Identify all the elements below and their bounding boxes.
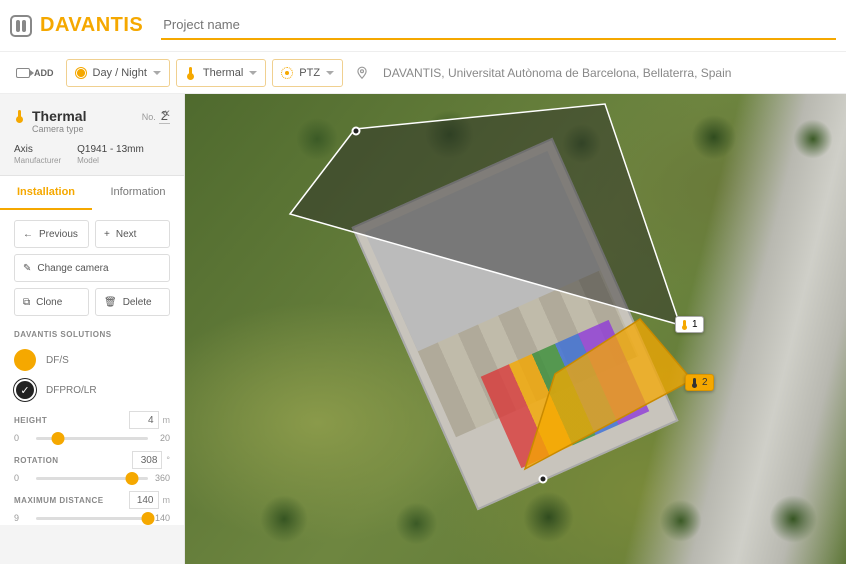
add-camera-button[interactable]: ADD <box>10 64 60 82</box>
arrow-left-icon: ← <box>23 229 33 240</box>
camera-header: Thermal Camera type No. 2 Axis Manufactu… <box>0 94 184 176</box>
manufacturer-label: Manufacturer <box>14 156 61 165</box>
app-header: DAVANTIS <box>0 0 846 52</box>
solution-dfpro[interactable]: DFPRO/LR <box>0 375 184 405</box>
copy-icon: ⧉ <box>23 297 30 308</box>
height-slider[interactable] <box>36 437 148 440</box>
tab-installation[interactable]: Installation <box>0 176 92 210</box>
thermal-icon <box>14 110 26 122</box>
logo: DAVANTIS <box>10 14 143 37</box>
ptz-icon <box>281 67 293 79</box>
tab-information[interactable]: Information <box>92 176 184 210</box>
previous-button[interactable]: ← Previous <box>14 220 89 248</box>
clone-button[interactable]: ⧉ Clone <box>14 288 89 316</box>
thermal-label: Thermal <box>203 67 243 79</box>
maxdist-value-input[interactable]: 140 <box>129 491 159 509</box>
camera-icon <box>16 68 30 78</box>
ptz-label: PTZ <box>299 67 320 79</box>
solutions-label: DAVANTIS SOLUTIONS <box>0 322 184 345</box>
maxdist-slider[interactable] <box>36 517 148 520</box>
fov-vertex[interactable] <box>352 127 361 136</box>
plus-icon: + <box>104 229 110 240</box>
toolbar: ADD Day / Night Thermal PTZ <box>0 52 846 94</box>
tabs: Installation Information <box>0 176 184 210</box>
rotation-value-input[interactable]: 308 <box>132 451 162 469</box>
sidebar: « Thermal Camera type No. 2 Axis Manufac… <box>0 94 185 564</box>
thermal-dropdown[interactable]: Thermal <box>176 59 266 87</box>
thermal-icon <box>691 378 699 388</box>
slider-thumb[interactable] <box>52 432 65 445</box>
collapse-sidebar-button[interactable]: « <box>162 104 170 120</box>
camera-subtitle: Camera type <box>32 124 86 134</box>
next-button[interactable]: + Next <box>95 220 170 248</box>
delete-button[interactable]: 🗑 Delete <box>95 288 170 316</box>
solution-dot-orange <box>14 349 36 371</box>
model-label: Model <box>77 156 144 165</box>
chevron-down-icon <box>249 71 257 75</box>
add-label: ADD <box>34 68 54 78</box>
solution-dot-selected <box>14 379 36 401</box>
slider-rotation: ROTATION 308 ° 0 360 <box>0 445 184 485</box>
project-name-input[interactable] <box>161 11 836 40</box>
thermal-icon <box>681 320 689 330</box>
location-search-input[interactable] <box>383 66 836 80</box>
main-area: « Thermal Camera type No. 2 Axis Manufac… <box>0 94 846 564</box>
camera-marker-1[interactable]: 1 <box>675 316 704 333</box>
sun-icon <box>75 67 87 79</box>
camera-title: Thermal <box>32 108 86 124</box>
chevron-down-icon <box>326 71 334 75</box>
brand-name: DAVANTIS <box>40 14 143 37</box>
location-pin-icon <box>355 64 369 82</box>
slider-thumb[interactable] <box>126 472 139 485</box>
slider-max-distance: MAXIMUM DISTANCE 140 m 9 140 <box>0 485 184 525</box>
change-camera-button[interactable]: ✎ Change camera <box>14 254 170 282</box>
slider-height: HEIGHT 4 m 0 20 <box>0 405 184 445</box>
ptz-dropdown[interactable]: PTZ <box>272 59 343 87</box>
terrain-background <box>185 94 846 564</box>
fov-vertex[interactable] <box>539 475 548 484</box>
day-night-label: Day / Night <box>93 67 147 79</box>
logo-icon <box>10 15 32 37</box>
pencil-icon: ✎ <box>23 263 31 274</box>
solution-dfs[interactable]: DF/S <box>0 345 184 375</box>
model-value: Q1941 - 13mm <box>77 144 144 155</box>
chevron-down-icon <box>153 71 161 75</box>
rotation-slider[interactable] <box>36 477 148 480</box>
height-value-input[interactable]: 4 <box>129 411 159 429</box>
thermal-icon <box>185 67 197 79</box>
trash-icon: 🗑 <box>104 297 117 308</box>
slider-thumb[interactable] <box>142 512 155 525</box>
manufacturer-value: Axis <box>14 144 61 155</box>
day-night-dropdown[interactable]: Day / Night <box>66 59 170 87</box>
map-canvas[interactable]: 1 2 <box>185 94 846 564</box>
camera-marker-2[interactable]: 2 <box>685 374 714 391</box>
